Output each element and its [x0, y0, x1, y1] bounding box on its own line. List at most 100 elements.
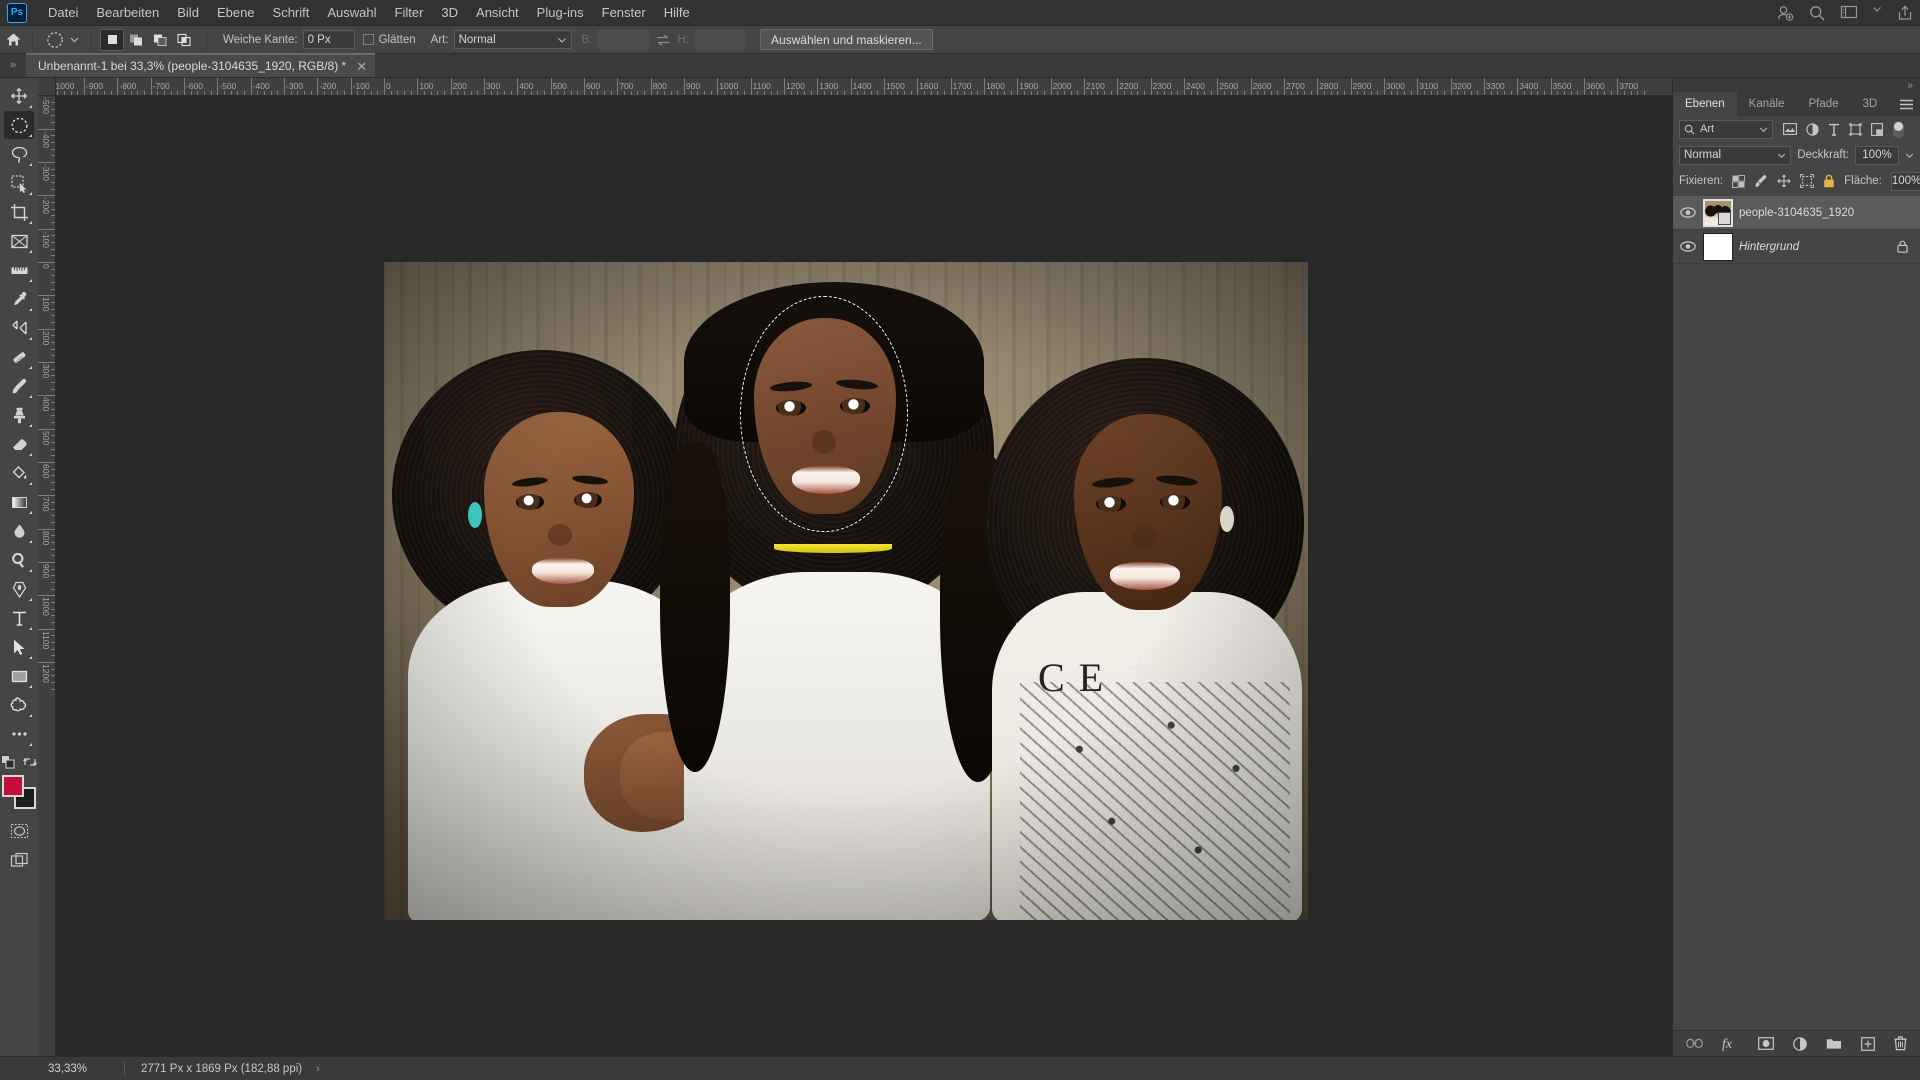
menu-item-plug-ins[interactable]: Plug-ins	[528, 1, 593, 24]
blur-tool[interactable]	[4, 517, 34, 545]
lock-transparent-pixels-icon[interactable]	[1732, 174, 1746, 188]
chevron-right-icon[interactable]: ›	[316, 1063, 320, 1075]
layer-style-fx-icon[interactable]: fx	[1722, 1036, 1739, 1051]
chevron-down-icon[interactable]	[1872, 4, 1882, 22]
pen-tool[interactable]	[4, 575, 34, 603]
lasso-tool[interactable]	[4, 140, 34, 168]
vertical-ruler[interactable]: -500 -400 -300 -200 -100 0 100 200 300 400 500 600 7…	[38, 96, 56, 1056]
feather-input[interactable]: 0 Px	[302, 30, 355, 49]
canvas-area[interactable]: CE	[56, 96, 1672, 1056]
move-tool[interactable]	[4, 82, 34, 110]
tool-preset-picker[interactable]	[39, 29, 85, 51]
ruler-tool[interactable]	[4, 256, 34, 284]
link-layers-icon[interactable]	[1686, 1038, 1703, 1049]
filter-adjustment-icon[interactable]	[1806, 122, 1819, 136]
eraser-tool[interactable]	[4, 430, 34, 458]
foreground-color-swatch[interactable]	[2, 775, 24, 797]
collapse-panels-icon[interactable]: »	[1673, 78, 1920, 92]
new-selection-button[interactable]	[100, 28, 124, 51]
brush-tool[interactable]	[4, 372, 34, 400]
custom-shape-tool[interactable]	[4, 691, 34, 719]
add-to-selection-button[interactable]	[124, 28, 148, 51]
chevron-down-icon[interactable]	[1905, 151, 1914, 160]
chevron-down-icon[interactable]	[69, 34, 80, 45]
new-adjustment-layer-icon[interactable]	[1793, 1036, 1807, 1051]
home-icon[interactable]	[0, 32, 26, 47]
search-icon[interactable]	[1808, 4, 1826, 22]
layer-filter-select[interactable]: Art	[1679, 119, 1773, 139]
paint-bucket-tool[interactable]	[4, 459, 34, 487]
menu-item-hilfe[interactable]: Hilfe	[655, 1, 699, 24]
menu-item-ebene[interactable]: Ebene	[208, 1, 264, 24]
default-colors-icon[interactable]	[1, 755, 15, 769]
tab-pfade[interactable]: Pfade	[1796, 92, 1851, 116]
menu-item-bearbeiten[interactable]: Bearbeiten	[87, 1, 168, 24]
tab-kan-le[interactable]: Kanäle	[1736, 92, 1797, 116]
lock-artboard-icon[interactable]	[1800, 174, 1815, 188]
layer-thumbnail[interactable]	[1703, 232, 1733, 261]
width-input[interactable]	[597, 30, 650, 49]
delete-layer-icon[interactable]	[1894, 1036, 1907, 1051]
filter-toggle[interactable]	[1893, 120, 1904, 138]
intersect-selection-button[interactable]	[172, 28, 196, 51]
menu-item-auswahl[interactable]: Auswahl	[318, 1, 385, 24]
elliptical-marquee-tool[interactable]	[4, 111, 34, 139]
layer-thumbnail[interactable]	[1703, 198, 1733, 227]
menu-item-fenster[interactable]: Fenster	[593, 1, 655, 24]
filter-type-icon[interactable]	[1828, 123, 1840, 136]
add-layer-mask-icon[interactable]	[1758, 1037, 1774, 1050]
layer-visibility-icon[interactable]	[1679, 207, 1697, 218]
dodge-tool[interactable]	[4, 546, 34, 574]
gradient-tool[interactable]	[4, 488, 34, 516]
layer-row[interactable]: Hintergrund	[1673, 230, 1920, 264]
ruler-corner[interactable]	[38, 78, 56, 96]
filter-shape-icon[interactable]	[1849, 122, 1862, 136]
zoom-level[interactable]: 33,33%	[38, 1063, 124, 1075]
menu-item-ansicht[interactable]: Ansicht	[467, 1, 528, 24]
workspace-icon[interactable]	[1840, 4, 1858, 22]
menu-item-schrift[interactable]: Schrift	[264, 1, 319, 24]
add-user-icon[interactable]	[1776, 4, 1794, 22]
eyedropper-tool[interactable]	[4, 285, 34, 313]
menu-item-filter[interactable]: Filter	[386, 1, 433, 24]
patch-tool[interactable]	[4, 343, 34, 371]
layer-visibility-icon[interactable]	[1679, 241, 1697, 252]
type-tool[interactable]	[4, 604, 34, 632]
fill-value[interactable]: 100%	[1890, 171, 1920, 191]
menu-item-bild[interactable]: Bild	[168, 1, 208, 24]
crop-tool[interactable]	[4, 198, 34, 226]
antialias-checkbox[interactable]	[362, 34, 374, 45]
screen-mode-icon[interactable]	[4, 846, 34, 874]
expand-arrows-icon[interactable]: »	[0, 53, 26, 77]
share-icon[interactable]	[1896, 4, 1914, 22]
clone-stamp-tool[interactable]	[4, 401, 34, 429]
quick-mask-icon[interactable]	[4, 817, 34, 845]
tab-3d[interactable]: 3D	[1850, 92, 1890, 116]
height-input[interactable]	[693, 30, 746, 49]
horizontal-ruler[interactable]: -1000-900-800-700-600-500-400-300-200-10…	[56, 78, 1672, 96]
quick-selection-tool[interactable]	[4, 169, 34, 197]
close-icon[interactable]: ✕	[356, 60, 367, 73]
rectangle-tool[interactable]	[4, 662, 34, 690]
swap-colors-icon[interactable]	[23, 755, 37, 769]
document-tab[interactable]: Unbenannt-1 bei 33,3% (people-3104635_19…	[26, 53, 376, 77]
select-and-mask-button[interactable]: Auswählen und maskieren...	[759, 29, 933, 50]
lock-position-icon[interactable]	[1777, 174, 1791, 188]
new-layer-icon[interactable]	[1861, 1036, 1875, 1051]
frame-tool[interactable]	[4, 227, 34, 255]
lock-all-icon[interactable]	[1823, 174, 1835, 188]
opacity-value[interactable]: 100%	[1855, 145, 1899, 165]
tab-ebenen[interactable]: Ebenen	[1673, 92, 1737, 116]
menu-item-3d[interactable]: 3D	[432, 1, 467, 24]
artboard[interactable]: CE	[384, 262, 1308, 920]
layer-row[interactable]: people-3104635_1920	[1673, 196, 1920, 230]
filter-pixel-icon[interactable]	[1783, 123, 1797, 135]
swap-dimensions-icon[interactable]	[655, 33, 671, 47]
panel-menu-icon[interactable]	[1899, 92, 1914, 116]
healing-brush-tool[interactable]	[4, 314, 34, 342]
style-select[interactable]: Normal	[453, 30, 572, 49]
more-tools[interactable]	[4, 720, 34, 748]
filter-smart-object-icon[interactable]	[1871, 122, 1883, 136]
lock-image-pixels-icon[interactable]	[1754, 174, 1768, 188]
new-group-icon[interactable]	[1826, 1037, 1842, 1050]
